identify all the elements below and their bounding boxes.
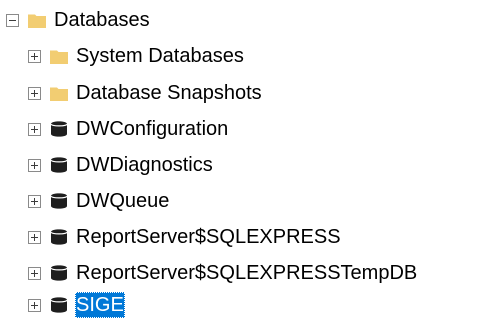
database-icon: [50, 157, 68, 173]
object-explorer-tree: Databases System Databases Database Snap…: [0, 0, 482, 321]
tree-node-label[interactable]: DWConfiguration: [75, 116, 229, 142]
folder-icon: [50, 87, 68, 101]
tree-node-label[interactable]: ReportServer$SQLEXPRESS: [75, 224, 342, 250]
tree-node-label[interactable]: DWDiagnostics: [75, 152, 214, 178]
tree-node-dwdiagnostics[interactable]: DWDiagnostics: [28, 149, 214, 181]
database-icon: [50, 265, 68, 281]
expand-icon[interactable]: [28, 230, 41, 244]
tree-node-label[interactable]: ReportServer$SQLEXPRESSTempDB: [75, 260, 418, 286]
collapse-icon[interactable]: [6, 13, 19, 27]
expand-icon[interactable]: [28, 122, 41, 136]
tree-node-databases[interactable]: Databases: [6, 4, 151, 36]
tree-node-reportserver-sqlexpress[interactable]: ReportServer$SQLEXPRESS: [28, 221, 342, 253]
folder-icon: [50, 50, 68, 64]
expand-icon[interactable]: [28, 194, 41, 208]
tree-node-reportserver-sqlexpress-tempdb[interactable]: ReportServer$SQLEXPRESSTempDB: [28, 257, 418, 289]
tree-node-label[interactable]: Database Snapshots: [75, 80, 263, 106]
tree-node-label[interactable]: System Databases: [75, 43, 245, 69]
database-icon: [50, 229, 68, 245]
tree-node-label[interactable]: Databases: [53, 7, 151, 33]
expand-icon[interactable]: [28, 266, 41, 280]
tree-node-sige[interactable]: SIGE: [28, 289, 125, 321]
tree-node-dwconfiguration[interactable]: DWConfiguration: [28, 113, 229, 145]
tree-node-database-snapshots[interactable]: Database Snapshots: [28, 77, 263, 109]
expand-icon[interactable]: [28, 49, 41, 63]
tree-node-system-databases[interactable]: System Databases: [28, 40, 245, 72]
expand-icon[interactable]: [28, 298, 41, 312]
database-icon: [50, 121, 68, 137]
database-icon: [50, 193, 68, 209]
expand-icon[interactable]: [28, 86, 41, 100]
folder-icon: [28, 14, 46, 28]
tree-node-label-selected[interactable]: SIGE: [75, 292, 125, 318]
expand-icon[interactable]: [28, 158, 41, 172]
tree-node-label[interactable]: DWQueue: [75, 188, 170, 214]
database-icon: [50, 297, 68, 313]
tree-node-dwqueue[interactable]: DWQueue: [28, 185, 170, 217]
